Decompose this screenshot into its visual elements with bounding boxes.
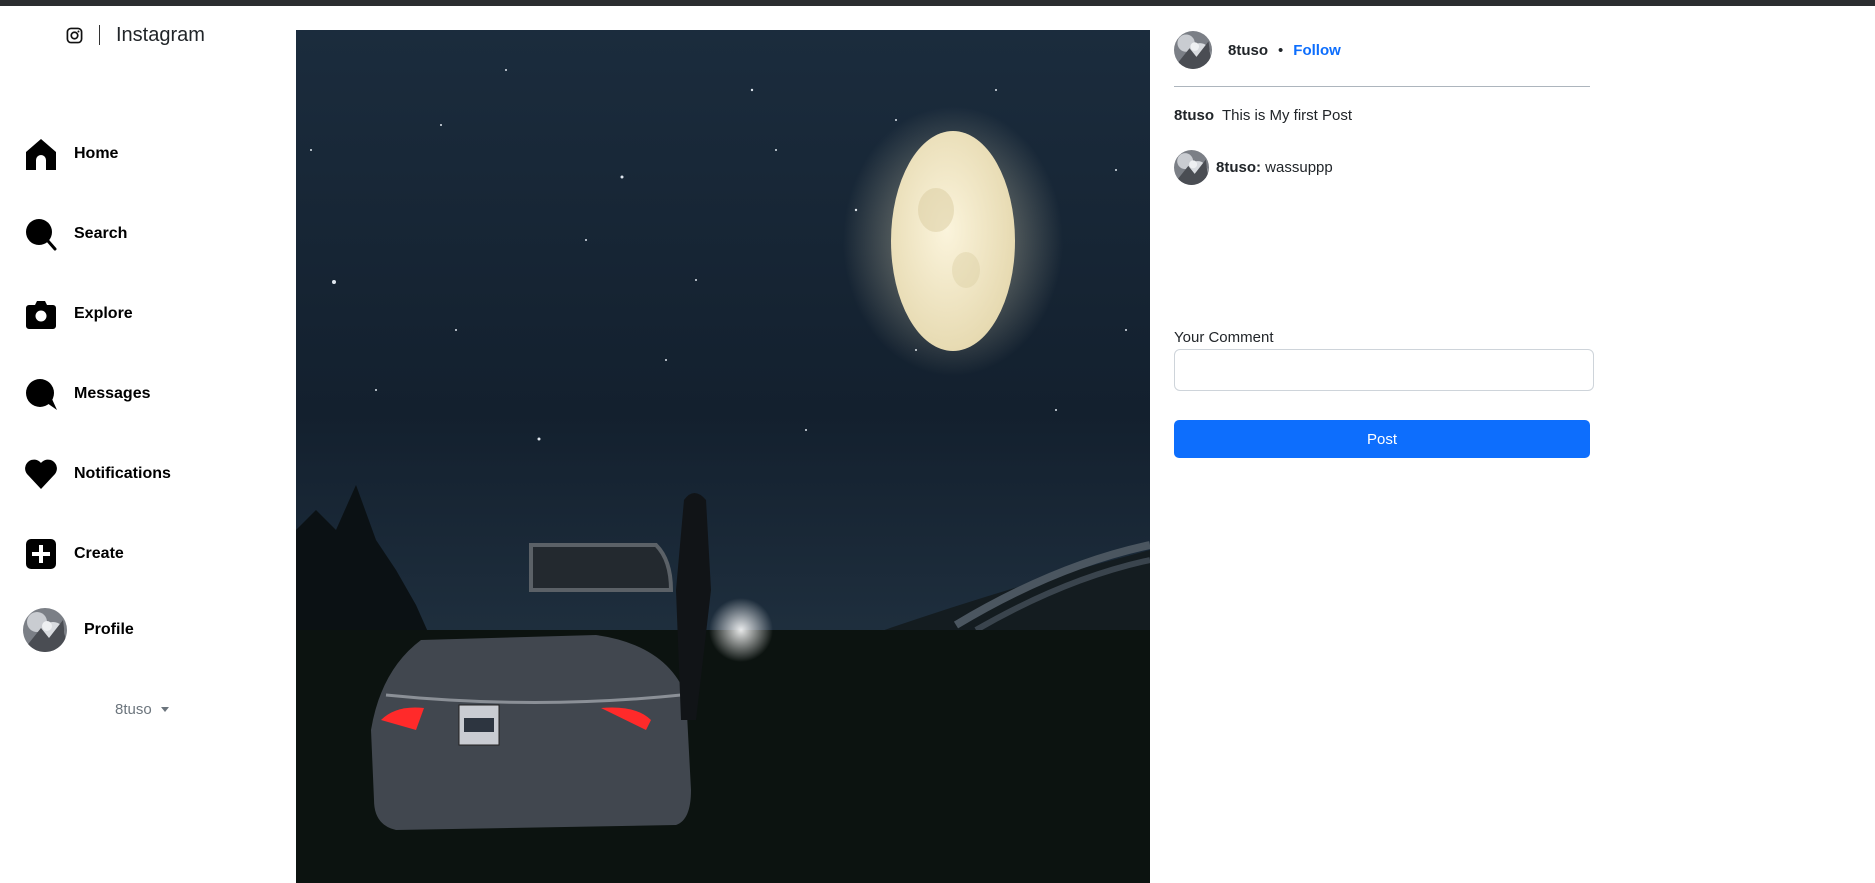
chat-bubble-icon (23, 376, 59, 412)
caret-down-icon (160, 707, 169, 712)
sidebar-item-label: Notifications (74, 465, 171, 482)
sidebar-item-label: Home (74, 145, 119, 162)
caption-text: This is My first Post (1222, 107, 1353, 124)
sidebar-item-label: Messages (74, 385, 151, 402)
home-icon (23, 136, 59, 172)
search-icon (23, 216, 59, 252)
post-comment-button[interactable]: Post (1174, 420, 1590, 458)
brand[interactable]: Instagram (66, 22, 205, 48)
post-caption: 8tuso This is My first Post (1174, 107, 1590, 124)
brand-name: Instagram (116, 23, 205, 46)
author-avatar[interactable] (1174, 31, 1212, 69)
post-header: 8tuso • Follow (1174, 30, 1590, 70)
camera-icon (23, 296, 59, 332)
comment-field-label: Your Comment (1174, 329, 1274, 346)
instagram-icon (66, 27, 83, 43)
browser-top-bar (0, 0, 1875, 6)
sidebar-item-label: Create (74, 545, 124, 562)
follow-button[interactable]: Follow (1293, 42, 1341, 59)
user-menu-dropdown[interactable]: 8tuso (115, 701, 169, 718)
sidebar-item-label: Explore (74, 305, 133, 322)
sidebar-item-label: Search (74, 225, 128, 242)
header-divider (1174, 86, 1590, 87)
post-detail-panel: 8tuso • Follow 8tuso This is My first Pos… (1174, 30, 1594, 458)
sidebar-item-search[interactable]: Search (23, 216, 127, 252)
sidebar-item-label: Profile (84, 621, 134, 638)
heart-icon (23, 456, 59, 492)
comment-username[interactable]: 8tuso: (1216, 159, 1261, 176)
comment-avatar[interactable] (1174, 150, 1209, 185)
sidebar-item-explore[interactable]: Explore (23, 296, 133, 332)
separator-dot: • (1278, 41, 1284, 59)
sidebar-item-profile[interactable]: Profile (23, 608, 134, 652)
sidebar-item-create[interactable]: Create (23, 536, 124, 572)
user-menu-label: 8tuso (115, 701, 152, 718)
sidebar-item-messages[interactable]: Messages (23, 376, 151, 412)
sidebar-item-home[interactable]: Home (23, 136, 118, 172)
comment-text: wassuppp (1265, 159, 1333, 176)
comment-content: 8tuso: wassuppp (1216, 159, 1333, 176)
comment-textarea[interactable] (1174, 349, 1594, 391)
sidebar-item-notifications[interactable]: Notifications (23, 456, 171, 492)
caption-username[interactable]: 8tuso (1174, 107, 1214, 124)
author-username[interactable]: 8tuso (1228, 42, 1268, 59)
avatar (23, 608, 67, 652)
post-image (296, 30, 1150, 883)
comment-item: 8tuso: wassuppp (1174, 150, 1590, 185)
plus-square-icon (23, 536, 59, 572)
brand-divider (99, 25, 100, 45)
